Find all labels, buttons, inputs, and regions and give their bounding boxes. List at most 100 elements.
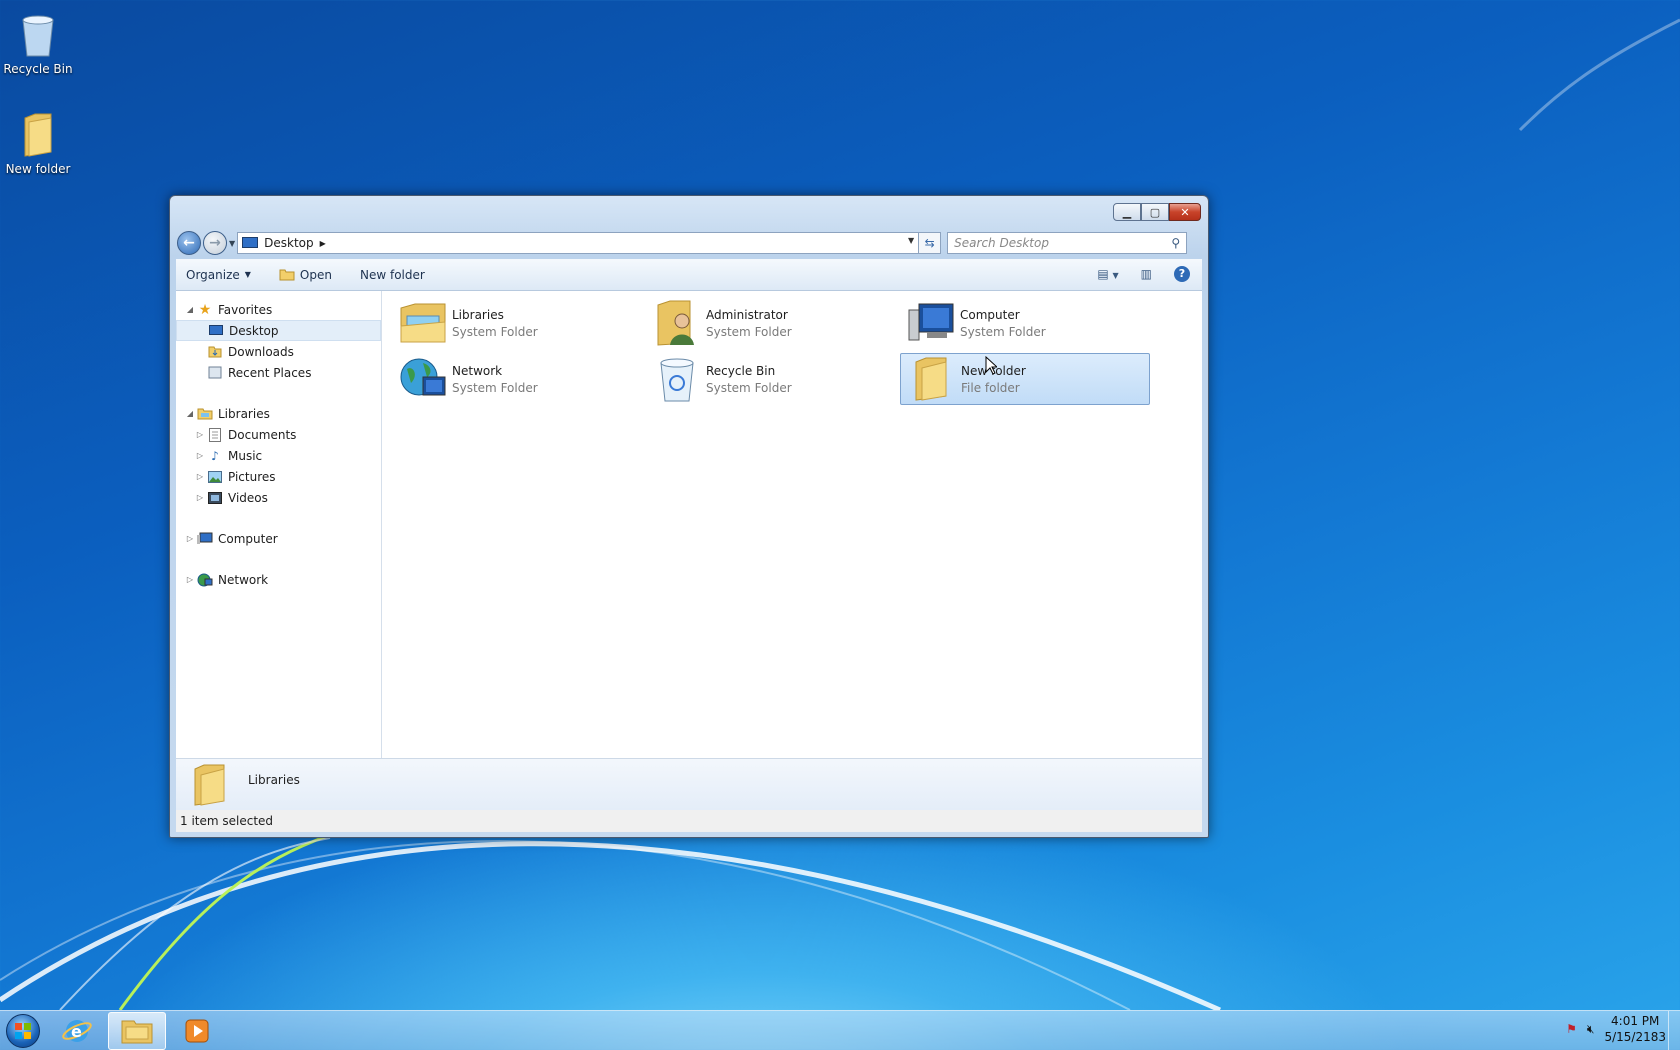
item-administrator[interactable]: Administrator System Folder (646, 297, 896, 349)
item-type: System Folder (706, 380, 792, 395)
search-input[interactable]: Search Desktop ⚲ (947, 232, 1188, 254)
item-libraries[interactable]: Libraries System Folder (392, 297, 642, 349)
mouse-cursor-icon (985, 356, 997, 375)
clock[interactable]: 4:01 PM 5/15/2183 (1604, 1013, 1666, 1045)
desktop-icon-new-folder[interactable]: New folder (0, 106, 78, 176)
maximize-icon: ▢ (1149, 205, 1161, 219)
item-recycle-bin[interactable]: Recycle Bin System Folder (646, 353, 896, 405)
clock-time: 4:01 PM (1611, 1014, 1660, 1028)
new-folder-button[interactable]: New folder (360, 268, 425, 282)
organize-button[interactable]: Organize ▼ (186, 268, 251, 282)
item-type: System Folder (452, 324, 538, 339)
collapsed-arrow-icon[interactable]: ▷ (194, 493, 206, 502)
libraries-icon (196, 407, 214, 420)
collapsed-arrow-icon[interactable]: ▷ (194, 451, 206, 460)
nav-libraries-label: Libraries (218, 406, 270, 421)
folder-icon (24, 113, 52, 157)
nav-network-label: Network (218, 572, 269, 587)
nav-pictures-label: Pictures (228, 469, 276, 484)
network-icon (398, 355, 448, 403)
desktop-icon (207, 325, 225, 336)
nav-downloads[interactable]: Downloads (176, 341, 381, 362)
recycle-bin-icon (652, 355, 702, 403)
nav-favorites[interactable]: ◢ ★ Favorites (176, 299, 381, 320)
nav-computer-label: Computer (218, 531, 278, 546)
refresh-button[interactable]: ⇆ (919, 232, 942, 254)
nav-network[interactable]: ▷ Network (176, 569, 381, 590)
nav-computer[interactable]: ▷ Computer (176, 528, 381, 549)
taskbar-windows-explorer[interactable] (108, 1011, 166, 1050)
svg-text:e: e (71, 1022, 82, 1041)
recent-places-icon (206, 366, 224, 379)
forward-button[interactable]: → (203, 231, 227, 255)
maximize-button[interactable]: ▢ (1141, 203, 1169, 221)
nav-documents-label: Documents (228, 427, 297, 442)
refresh-icon: ⇆ (924, 236, 935, 250)
close-icon: ✕ (1180, 205, 1190, 219)
search-icon[interactable]: ⚲ (1171, 236, 1180, 250)
folder-icon (194, 764, 225, 806)
show-desktop-button[interactable] (1668, 1011, 1680, 1050)
nav-documents[interactable]: ▷ Documents (176, 424, 381, 445)
organize-label: Organize (186, 267, 240, 282)
star-icon: ★ (198, 301, 212, 318)
desktop-icon (242, 237, 259, 248)
open-button[interactable]: Open (279, 268, 332, 282)
collapsed-arrow-icon[interactable]: ▷ (184, 534, 196, 543)
nav-desktop-label: Desktop (229, 323, 279, 338)
nav-videos-label: Videos (228, 490, 268, 505)
expanded-arrow-icon[interactable]: ◢ (184, 409, 196, 418)
expanded-arrow-icon[interactable]: ◢ (184, 305, 196, 314)
collapsed-arrow-icon[interactable]: ▷ (194, 472, 206, 481)
breadcrumb-desktop[interactable]: Desktop (264, 236, 314, 250)
collapsed-arrow-icon[interactable]: ▷ (184, 575, 196, 584)
downloads-icon (206, 345, 224, 358)
item-network[interactable]: Network System Folder (392, 353, 642, 405)
nav-recent-places[interactable]: Recent Places (176, 362, 381, 383)
windows-explorer-icon (121, 1020, 153, 1043)
preview-pane-button[interactable]: ▥ (1141, 267, 1152, 281)
volume-muted-icon[interactable]: 🔇︎ (1587, 1022, 1595, 1037)
nav-desktop[interactable]: Desktop (176, 320, 381, 341)
help-icon[interactable]: ? (1174, 266, 1190, 282)
chevron-down-icon: ▼ (1112, 271, 1119, 280)
item-name: Computer (960, 307, 1020, 322)
pictures-icon (206, 470, 224, 483)
folder-icon (907, 355, 957, 403)
navigation-bar: ← → ▼ Desktop ▶ ▼ ⇆ Search Desktop ⚲ (177, 230, 1201, 256)
taskbar-media-player[interactable] (168, 1012, 226, 1050)
chevron-down-icon: ▼ (244, 270, 251, 279)
status-text: 1 item selected (180, 814, 274, 828)
nav-recent-places-label: Recent Places (228, 365, 312, 380)
start-button[interactable] (0, 1011, 46, 1050)
media-player-icon (185, 1019, 209, 1042)
desktop-icon-recycle-bin[interactable]: Recycle Bin (0, 6, 78, 76)
file-list: Libraries System Folder Administrator Syst… (382, 291, 1202, 785)
minimize-button[interactable]: ▁ (1113, 203, 1141, 221)
forward-arrow-icon: → (209, 235, 221, 251)
taskbar-internet-explorer[interactable]: e (48, 1012, 106, 1050)
user-folder-icon (652, 299, 702, 347)
nav-pictures[interactable]: ▷ Pictures (176, 466, 381, 487)
back-button[interactable]: ← (177, 231, 201, 255)
recent-pages-dropdown[interactable]: ▼ (229, 239, 235, 248)
libraries-icon (398, 299, 448, 347)
music-icon: ♪ (211, 448, 219, 463)
nav-libraries[interactable]: ◢ Libraries (176, 403, 381, 424)
collapsed-arrow-icon[interactable]: ▷ (194, 430, 206, 439)
item-type: System Folder (706, 324, 792, 339)
item-computer[interactable]: Computer System Folder (900, 297, 1150, 349)
computer-icon (196, 532, 214, 545)
change-view-button[interactable]: ▤ ▼ (1097, 267, 1118, 281)
item-new-folder[interactable]: New folder File folder (900, 353, 1150, 405)
nav-favorites-label: Favorites (218, 302, 273, 317)
address-dropdown-icon[interactable]: ▼ (908, 236, 914, 245)
action-center-flag-icon[interactable]: ⚑ (1566, 1022, 1577, 1036)
close-button[interactable]: ✕ (1169, 203, 1201, 221)
system-tray: ⚑ 🔇︎ 4:01 PM 5/15/2183 (1566, 1013, 1666, 1045)
breadcrumb-chevron-icon[interactable]: ▶ (320, 239, 326, 248)
nav-videos[interactable]: ▷ Videos (176, 487, 381, 508)
windows-logo-icon (6, 1013, 40, 1048)
nav-music[interactable]: ▷ ♪ Music (176, 445, 381, 466)
address-bar[interactable]: Desktop ▶ ▼ (237, 232, 920, 254)
